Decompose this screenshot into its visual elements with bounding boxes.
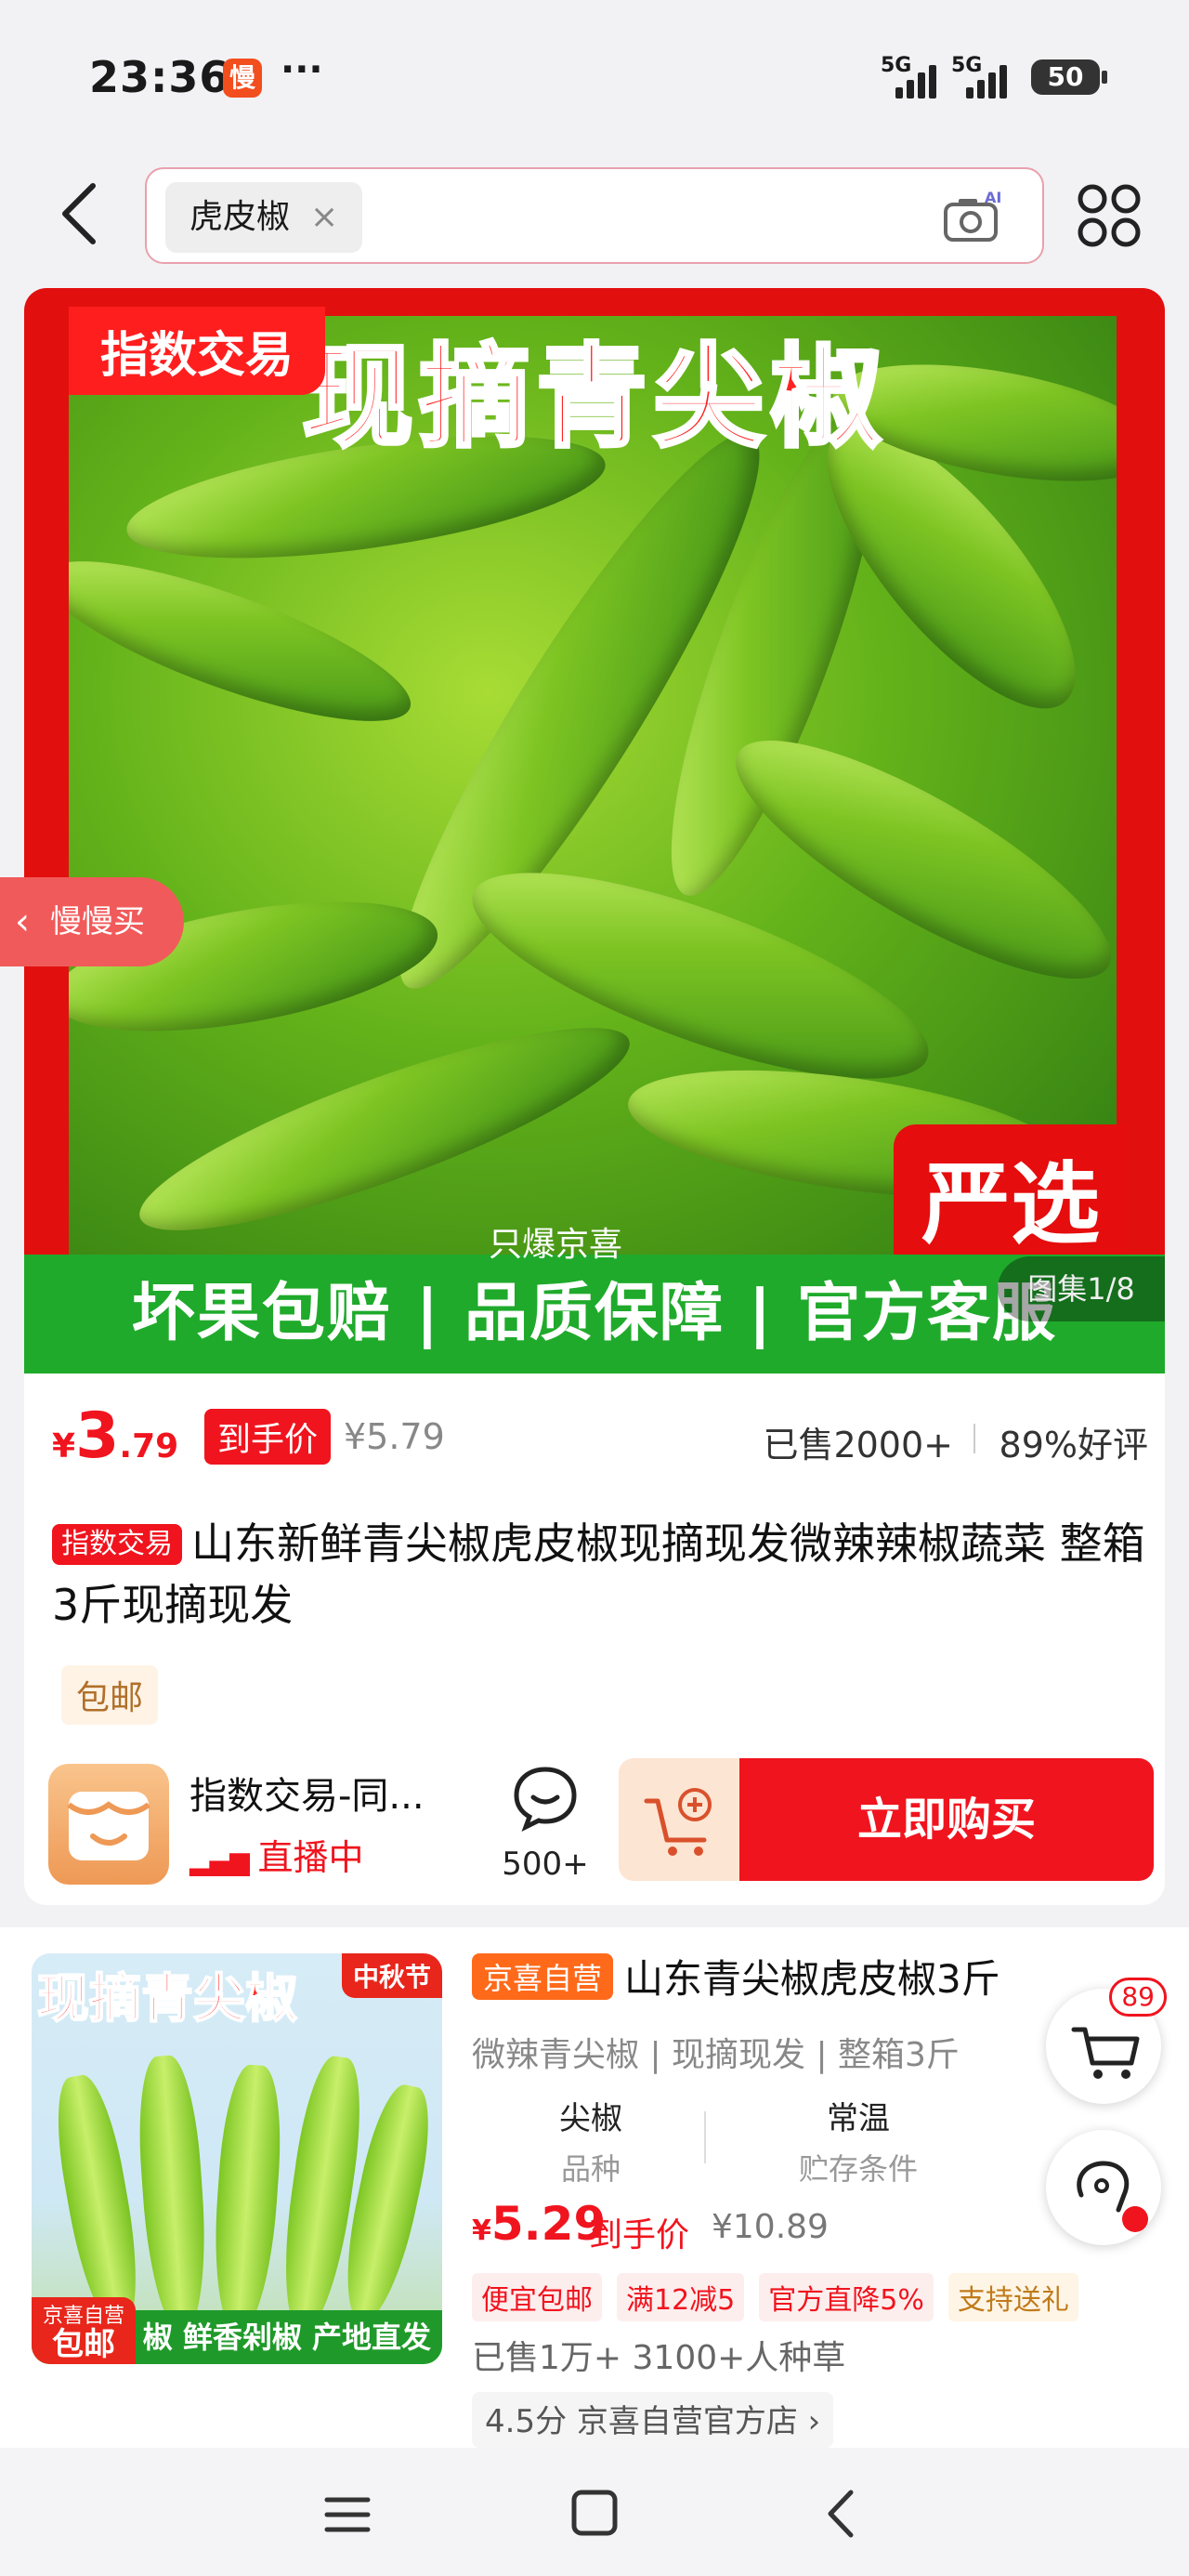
store-logo[interactable]	[48, 1764, 169, 1885]
store-action-row: 指数交易-同... ▂▄▆ 直播中 500+ 立即购买	[48, 1758, 1154, 1888]
live-label: 直播中	[257, 1837, 364, 1878]
attribute-storage: 常温 贮存条件	[765, 2093, 951, 2188]
clear-keyword-icon[interactable]: ×	[310, 182, 338, 253]
floating-cart-button[interactable]: 89	[1046, 1978, 1167, 2104]
product-title: 指数交易 山东新鲜青尖椒虎皮椒现摘现发微辣辣椒蔬菜 整箱3斤现摘现发	[52, 1513, 1148, 1636]
final-price-tag: 到手价	[204, 1409, 332, 1465]
free-shipping-tag: 包邮	[61, 1665, 159, 1725]
positive-rating[interactable]: 89%好评	[1000, 1416, 1148, 1467]
attribute-value: 尖椒	[559, 2100, 622, 2137]
add-to-cart-button[interactable]	[619, 1758, 739, 1881]
more-notifications-icon: ···	[281, 48, 323, 91]
image-self-operated-badge: 京喜自营 包邮	[32, 2297, 137, 2364]
search-bar[interactable]: 虎皮椒 × AI	[145, 167, 1044, 264]
price-symbol: ¥	[52, 1427, 76, 1465]
home-square-icon	[571, 2490, 618, 2536]
price-symbol: ¥	[472, 2215, 491, 2247]
status-time: 23:36	[89, 52, 230, 102]
attribute-value: 常温	[827, 2100, 890, 2137]
search-keyword: 虎皮椒	[189, 198, 291, 236]
recommended-product[interactable]: 现摘青尖椒 中秋节 椒 鲜香剁椒 产地直发 京喜自营 包邮 京喜自营 山东青尖椒…	[0, 1927, 1189, 2448]
hero-store-badge: 指数交易	[69, 307, 326, 395]
divider	[704, 2111, 706, 2163]
menu-grid-button[interactable]	[1076, 182, 1144, 251]
back-button[interactable]	[54, 177, 106, 251]
promo-tag: 便宜包邮	[472, 2273, 602, 2321]
customer-service-button[interactable]: 500+	[494, 1758, 596, 1888]
system-nav-bar	[0, 2448, 1189, 2576]
original-price: ¥5.79	[344, 1416, 445, 1457]
shop-icon	[67, 1792, 150, 1860]
promo-tag: 满12减5	[617, 2273, 745, 2321]
live-bars-icon: ▂▄▆	[189, 1846, 258, 1876]
chevron-left-icon: ‹	[15, 900, 30, 943]
gallery-counter[interactable]: 图集1/8	[998, 1256, 1165, 1321]
sales-info: 已售1万+ 3100+人种草	[472, 2339, 846, 2377]
hero-select-badge: 严选	[894, 1124, 1128, 1268]
recommended-product-image[interactable]: 现摘青尖椒 中秋节 椒 鲜香剁椒 产地直发 京喜自营 包邮	[32, 1953, 442, 2364]
search-keyword-chip[interactable]: 虎皮椒 ×	[165, 182, 363, 253]
chevron-left-icon	[62, 183, 96, 244]
back-triangle-icon	[828, 2490, 854, 2538]
recommended-product-subtitle: 微辣青尖椒 | 现摘现发 | 整箱3斤	[472, 2036, 960, 2074]
promo-tag: 支持送礼	[947, 2273, 1078, 2321]
price-row: ¥3.79 到手价 ¥5.79 已售2000+ 89%好评	[52, 1400, 1148, 1474]
battery-icon: 50	[1031, 59, 1107, 95]
chat-icon	[514, 1767, 577, 1833]
add-cart-icon	[644, 1788, 712, 1856]
store-name[interactable]: 指数交易-同...	[189, 1766, 425, 1820]
price-integer: 3	[75, 1400, 120, 1473]
nav-back-button[interactable]	[804, 2481, 879, 2546]
camera-search-button[interactable]: AI	[942, 189, 1007, 245]
slow-buy-tab[interactable]: ‹ 慢慢买	[0, 877, 184, 966]
recommended-price: ¥5.29	[472, 2197, 606, 2251]
product-image-gallery[interactable]: 现摘青尖椒 指数交易 严选 坏果包赔 | 品质保障 | 官方客服 只爆京喜 图集…	[24, 288, 1165, 1373]
title-store-tag: 指数交易	[52, 1524, 182, 1565]
promo-tag: 官方直降5%	[759, 2273, 934, 2321]
chat-count: 500+	[502, 1846, 589, 1883]
menu-icon	[324, 2497, 371, 2532]
status-bar: 23:36 慢 ··· 5G 5G 50	[0, 0, 1189, 158]
store-link[interactable]: 4.5分 京喜自营官方店 ›	[472, 2392, 834, 2448]
promo-tags: 便宜包邮 满12减5 官方直降5% 支持送礼	[472, 2273, 1078, 2321]
cart-count-badge: 89	[1109, 1978, 1167, 2017]
grid-icon	[1078, 184, 1141, 247]
divider	[973, 1424, 975, 1453]
price-decimal: .79	[119, 1427, 179, 1465]
buy-now-button[interactable]: 立即购买	[739, 1758, 1154, 1881]
live-status[interactable]: ▂▄▆ 直播中	[189, 1829, 364, 1880]
camera-icon: AI	[944, 189, 1001, 242]
ai-label: AI	[985, 190, 1001, 206]
floating-service-button[interactable]	[1046, 2130, 1161, 2245]
recommended-product-title[interactable]: 山东青尖椒虎皮椒3斤	[624, 1948, 1000, 2004]
signal-icon-2	[964, 58, 1020, 99]
final-price-label: 到手价	[589, 2216, 690, 2254]
self-operated-badge: 京喜自营	[472, 1953, 614, 2000]
attribute-key: 品种	[560, 2151, 621, 2187]
festival-badge: 中秋节	[341, 1953, 442, 1998]
nav-home-button[interactable]	[557, 2481, 632, 2546]
current-price: ¥3.79	[52, 1400, 178, 1473]
attribute-variety: 尖椒 品种	[498, 2093, 684, 2188]
assistant-icon	[1077, 2161, 1148, 2232]
product-title-text: 山东新鲜青尖椒虎皮椒现摘现发微辣辣椒蔬菜 整箱3斤现摘现发	[52, 1518, 1145, 1630]
original-price: ¥10.89	[712, 2208, 829, 2246]
hero-watermark: 只爆京喜	[489, 1226, 623, 1264]
product-card: 现摘青尖椒 指数交易 严选 坏果包赔 | 品质保障 | 官方客服 只爆京喜 图集…	[24, 288, 1165, 1905]
image-title-text: 现摘青尖椒	[36, 1968, 298, 2031]
attribute-key: 贮存条件	[798, 2151, 918, 2187]
signal-icon-1	[894, 58, 949, 99]
nav-menu-button[interactable]	[310, 2481, 385, 2546]
sold-count: 已售2000+	[763, 1425, 953, 1465]
app-notification-icon: 慢	[223, 59, 262, 98]
slow-buy-label: 慢慢买	[50, 903, 145, 940]
hero-guarantee-banner: 坏果包赔 | 品质保障 | 官方客服	[24, 1255, 1165, 1373]
free-shipping-label: 包邮	[52, 2326, 115, 2363]
